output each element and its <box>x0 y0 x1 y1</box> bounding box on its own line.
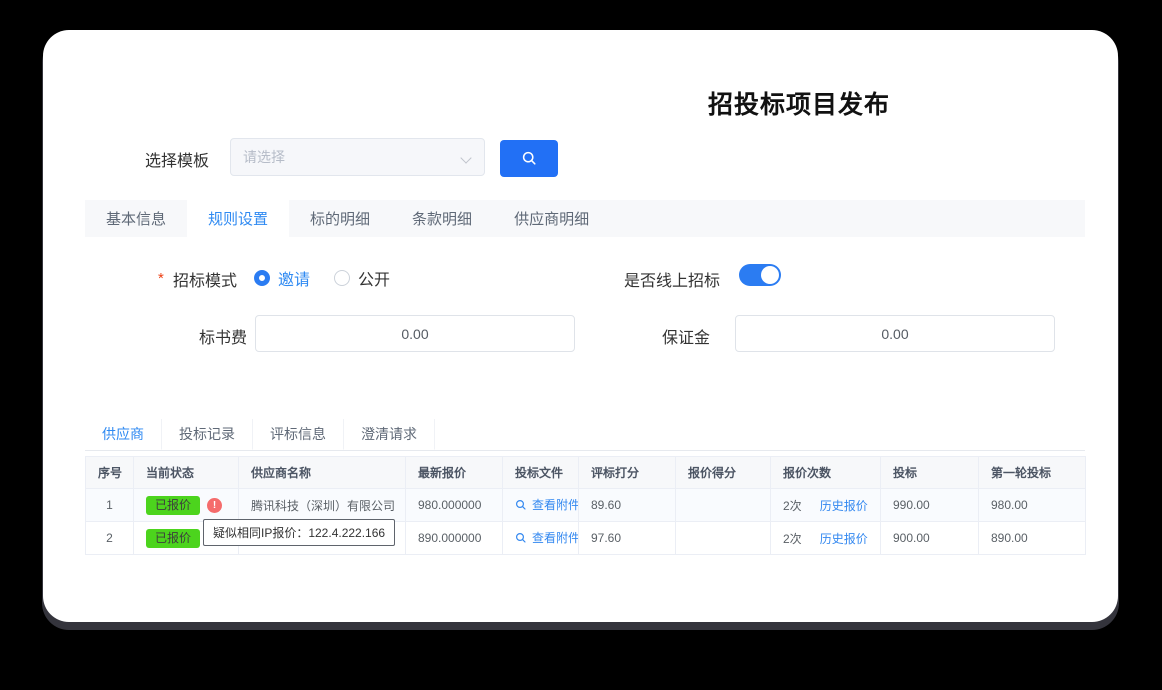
cell-latest-quote: 890.000000 <box>406 522 503 555</box>
cell-first-round: 980.00 <box>979 489 1086 522</box>
attachment-search-icon <box>515 499 527 511</box>
status-badge: 已报价 <box>146 496 200 515</box>
detail-tab-bar: 供应商 投标记录 评标信息 澄清请求 <box>85 419 1085 451</box>
cell-bid-file: 查看附件 <box>503 522 579 555</box>
main-card: 招投标项目发布 选择模板 请选择 基本信息 规则设置 标的明细 条款明细 供应商… <box>43 30 1118 622</box>
required-asterisk: * <box>158 270 164 287</box>
table-row: 1 已报价! 腾讯科技（深圳）有限公司 980.000000 查看附 <box>86 489 1086 522</box>
col-quote-count: 报价次数 <box>771 457 881 489</box>
status-badge: 已报价 <box>146 529 200 548</box>
tab-suppliers[interactable]: 供应商 <box>85 419 162 450</box>
tab-basic-info[interactable]: 基本信息 <box>85 200 187 237</box>
bid-mode-radio-group: 邀请 公开 <box>254 266 390 290</box>
cell-index: 1 <box>86 489 134 522</box>
cell-latest-quote: 980.000000 <box>406 489 503 522</box>
history-quote-link[interactable]: 历史报价 <box>820 497 868 514</box>
main-tab-bar: 基本信息 规则设置 标的明细 条款明细 供应商明细 <box>85 200 1085 237</box>
table-header-row: 序号 当前状态 供应商名称 最新报价 投标文件 评标打分 报价得分 报价次数 投… <box>86 457 1086 489</box>
toggle-knob <box>761 266 779 284</box>
col-index: 序号 <box>86 457 134 489</box>
search-button[interactable] <box>500 140 558 177</box>
doc-fee-input[interactable] <box>255 315 575 352</box>
col-first-round: 第一轮投标 <box>979 457 1086 489</box>
tab-supplier-detail[interactable]: 供应商明细 <box>493 200 610 237</box>
cell-bid-file: 查看附件 <box>503 489 579 522</box>
deposit-input[interactable] <box>735 315 1055 352</box>
radio-public[interactable]: 公开 <box>334 266 390 290</box>
deposit-label: 保证金 <box>610 324 710 348</box>
cell-score: 97.60 <box>579 522 676 555</box>
template-select-label: 选择模板 <box>145 147 209 171</box>
tab-rule-settings[interactable]: 规则设置 <box>187 200 289 237</box>
col-latest-quote: 最新报价 <box>406 457 503 489</box>
cell-supplier: 腾讯科技（深圳）有限公司 <box>239 489 406 522</box>
radio-public-label: 公开 <box>358 266 390 290</box>
radio-invite[interactable]: 邀请 <box>254 266 310 290</box>
view-attachment-link[interactable]: 查看附件 <box>515 529 579 546</box>
col-bid-file: 投标文件 <box>503 457 579 489</box>
radio-invite-label: 邀请 <box>278 266 310 290</box>
tab-evaluation-info[interactable]: 评标信息 <box>253 419 344 450</box>
tab-clause-detail[interactable]: 条款明细 <box>391 200 493 237</box>
online-bidding-toggle[interactable] <box>739 264 781 286</box>
template-select[interactable]: 请选择 <box>230 138 485 176</box>
cell-price-score <box>676 522 771 555</box>
template-select-placeholder: 请选择 <box>243 147 285 167</box>
cell-first-round: 890.00 <box>979 522 1086 555</box>
cell-score: 89.60 <box>579 489 676 522</box>
col-bid: 投标 <box>881 457 979 489</box>
page-title: 招投标项目发布 <box>708 85 890 121</box>
tab-subject-detail[interactable]: 标的明细 <box>289 200 391 237</box>
same-ip-tooltip: 疑似相同IP报价：122.4.222.166 <box>203 519 395 546</box>
col-status: 当前状态 <box>134 457 239 489</box>
cell-status: 已报价! <box>134 489 239 522</box>
tab-bid-records[interactable]: 投标记录 <box>162 419 253 450</box>
col-score: 评标打分 <box>579 457 676 489</box>
history-quote-link[interactable]: 历史报价 <box>820 530 868 547</box>
view-attachment-link[interactable]: 查看附件 <box>515 496 579 513</box>
doc-fee-label: 标书费 <box>147 324 247 348</box>
chevron-down-icon <box>462 152 472 162</box>
cell-quote-count: 2次历史报价 <box>771 522 881 555</box>
cell-index: 2 <box>86 522 134 555</box>
online-bidding-label: 是否线上招标 <box>624 267 720 291</box>
bid-mode-label: 招标模式 <box>173 267 237 291</box>
tab-clarification-requests[interactable]: 澄清请求 <box>344 419 435 450</box>
cell-bid: 990.00 <box>881 489 979 522</box>
cell-bid: 900.00 <box>881 522 979 555</box>
col-supplier: 供应商名称 <box>239 457 406 489</box>
cell-price-score <box>676 489 771 522</box>
warning-icon[interactable]: ! <box>207 498 222 513</box>
radio-unselected-icon <box>334 270 350 286</box>
col-price-score: 报价得分 <box>676 457 771 489</box>
cell-quote-count: 2次历史报价 <box>771 489 881 522</box>
attachment-search-icon <box>515 532 527 544</box>
radio-selected-icon <box>254 270 270 286</box>
search-icon <box>521 150 538 167</box>
